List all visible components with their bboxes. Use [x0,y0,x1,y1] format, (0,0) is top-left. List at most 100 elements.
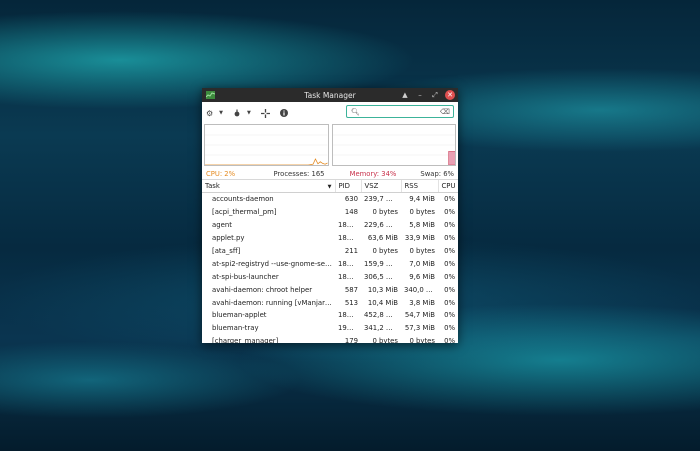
maximize-icon[interactable]: ⤢ [430,90,440,100]
table-row[interactable]: applet.py 18947 63,6 MiB 33,9 MiB 0% [202,232,458,245]
table-header-row: Task ▼ PID VSZ RSS CPU [202,180,458,193]
table-row[interactable]: [acpi_thermal_pm] 148 0 bytes 0 bytes 0% [202,206,458,219]
process-name-cell: accounts-daemon [212,195,274,204]
cpu-usage-label: CPU: 2% [206,169,236,178]
chevron-down-icon: ▼ [219,110,224,116]
rss-cell: 5,8 MiB [409,221,435,230]
cpu-graph [204,124,329,166]
process-name-cell: [charger_manager] [212,337,279,343]
rss-cell: 0 bytes [409,337,435,343]
pid-cell: 18947 [338,234,360,243]
swap-usage-label: Swap: 6% [420,169,454,178]
pid-cell: 19103 [338,324,360,333]
table-row[interactable]: at-spi-bus-launcher 18740 306,5 MiB 9,6 MiB… [202,270,458,283]
crosshair-icon [260,108,270,118]
process-filter-icon [234,109,240,117]
clear-icon[interactable]: ⌫ [440,108,450,116]
rss-cell: 340,0 KiB [404,285,438,294]
title-bar[interactable]: Task Manager ▲ – ⤢ ✕ [202,88,458,102]
cpu-cell: 0% [444,221,455,230]
pid-cell: 587 [344,285,358,294]
table-row[interactable]: agent 18934 229,6 MiB 5,8 MiB 0% [202,219,458,232]
cpu-cell: 0% [444,195,455,204]
column-header-task[interactable]: Task ▼ [202,180,336,193]
window-controls: ▲ – ⤢ ✕ [400,90,455,100]
settings-gear-icon: ⚙ [206,108,214,118]
search-input[interactable] [359,107,440,116]
vsz-cell: 452,8 MiB [364,311,399,320]
sort-descending-icon: ▼ [327,184,332,190]
info-icon [279,109,288,117]
column-header-rss[interactable]: RSS [401,180,439,193]
cpu-cell: 0% [444,311,455,320]
rss-cell: 57,3 MiB [404,324,435,333]
rss-cell: 9,6 MiB [409,272,435,281]
table-row[interactable]: accounts-daemon 630 239,7 MiB 9,4 MiB 0% [202,193,458,206]
vsz-cell: 10,4 MiB [367,298,398,307]
memory-history-chart [332,134,455,165]
cpu-usage-line [205,158,328,165]
rss-cell: 9,4 MiB [409,195,435,204]
vsz-cell: 341,2 MiB [364,324,399,333]
vsz-cell: 0 bytes [372,208,398,217]
process-name-cell: blueman-tray [212,324,259,333]
vsz-cell: 0 bytes [372,337,398,343]
select-window-button[interactable] [260,108,270,118]
table-row[interactable]: [ata_sff] 211 0 bytes 0 bytes 0% [202,245,458,258]
table-row[interactable]: at-spi2-registryd --use-gnome-session 187… [202,257,458,270]
cpu-cell: 0% [444,285,455,294]
table-row[interactable]: blueman-applet 18924 452,8 MiB 54,7 MiB 0% [202,309,458,322]
info-button[interactable] [279,109,288,117]
vsz-cell: 239,7 MiB [364,195,399,204]
task-manager-app-icon [206,91,215,99]
table-row[interactable]: blueman-tray 19103 341,2 MiB 57,3 MiB 0% [202,322,458,335]
process-filter-menu-button[interactable]: ▼ [233,109,251,117]
process-name-cell: at-spi2-registryd --use-gnome-session [212,259,335,268]
column-header-pid[interactable]: PID [335,180,362,193]
close-icon[interactable]: ✕ [445,90,455,100]
vsz-cell: 229,6 MiB [364,221,399,230]
pid-cell: 18934 [338,221,360,230]
stats-bar: CPU: 2% Processes: 165 Memory: 34% Swap:… [202,168,458,180]
process-count-label: Processes: 165 [273,169,325,178]
pid-cell: 179 [344,337,358,343]
search-box[interactable]: 🔍︎ ⌫ [346,105,454,118]
pid-cell: 18750 [338,259,360,268]
pid-cell: 630 [344,195,358,204]
pid-cell: 211 [344,247,358,255]
column-header-cpu[interactable]: CPU [438,180,458,193]
process-name-cell: applet.py [212,234,245,243]
shade-icon[interactable]: ▲ [400,90,410,100]
vsz-cell: 10,3 MiB [367,285,398,294]
column-header-vsz[interactable]: VSZ [361,180,402,193]
pid-cell: 513 [344,298,358,307]
vsz-cell: 306,5 MiB [364,272,399,281]
settings-menu-button[interactable]: ⚙ ▼ [206,109,223,118]
process-name-cell: avahi-daemon: running [vManjaro.local] [212,298,335,307]
process-name-cell: agent [212,221,232,230]
process-name-cell: [acpi_thermal_pm] [212,208,277,217]
cpu-cell: 0% [444,208,455,217]
cpu-cell: 0% [444,259,455,268]
cpu-history-chart [205,134,328,165]
memory-usage-bar [447,151,455,165]
pid-cell: 148 [344,208,358,217]
process-name-cell: avahi-daemon: chroot helper [212,285,313,294]
pid-cell: 18740 [338,272,360,281]
cpu-cell: 0% [444,324,455,333]
vsz-cell: 63,6 MiB [367,234,398,243]
cpu-cell: 0% [444,298,455,307]
rss-cell: 33,9 MiB [404,234,435,243]
search-icon: 🔍︎ [351,107,360,116]
vsz-cell: 159,9 MiB [364,259,399,268]
memory-graph [331,124,456,166]
table-row[interactable]: [charger_manager] 179 0 bytes 0 bytes 0% [202,335,458,343]
table-row[interactable]: avahi-daemon: running [vManjaro.local] 51… [202,296,458,309]
chevron-down-icon: ▼ [247,110,251,116]
minimize-icon[interactable]: – [415,90,425,100]
rss-cell: 7,0 MiB [409,259,435,268]
cpu-cell: 0% [444,272,455,281]
process-name-cell: at-spi-bus-launcher [212,272,279,281]
memory-usage-label: Memory: 34% [349,169,397,178]
table-row[interactable]: avahi-daemon: chroot helper 587 10,3 MiB 34… [202,283,458,296]
